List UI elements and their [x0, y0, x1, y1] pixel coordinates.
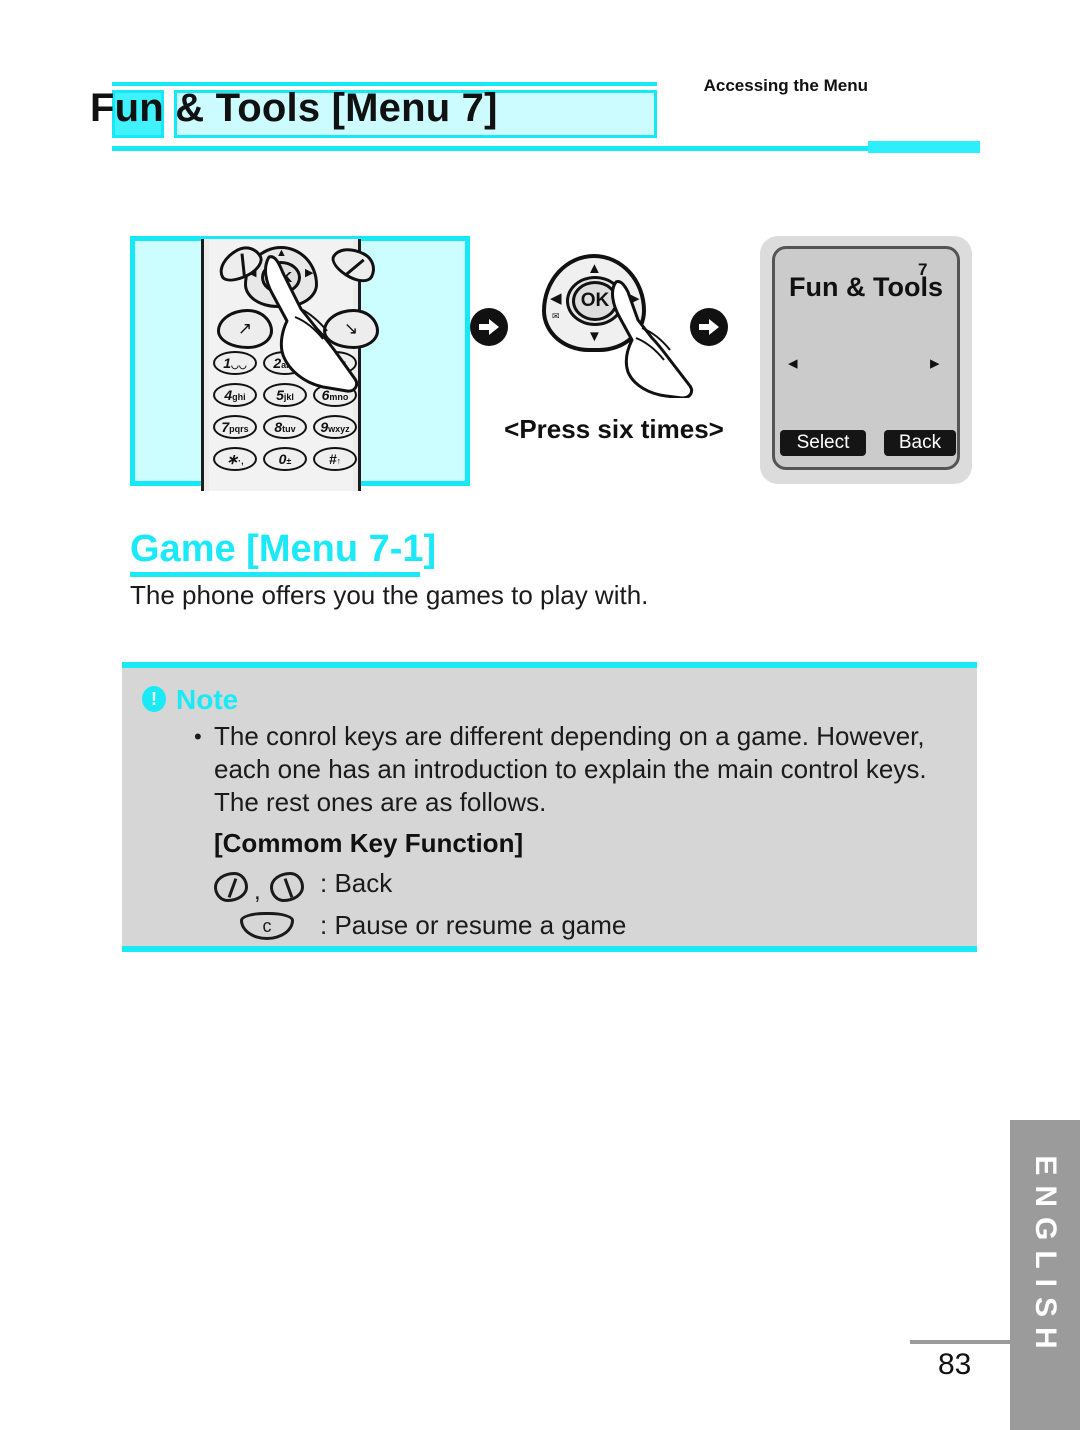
nav-left-icon: ◀ [550, 290, 562, 307]
screen-softkey-select[interactable]: Select [780, 430, 866, 456]
keypad-key-7: 7pqrs [213, 415, 257, 439]
clear-key-icon-wrap: c [240, 912, 310, 946]
header-subtitle: Accessing the Menu [703, 76, 868, 95]
envelope-icon-left: ✉ [552, 311, 560, 321]
phone-keypad-illustration: ▲ ▼ ◀ ▶ OK ↗ ↘ 1◡◡2abc3def4ghi5jkl6mno7p… [130, 236, 470, 491]
back-key-description: : Back [320, 868, 393, 898]
pointing-hand-icon [264, 255, 359, 393]
step-arrow-icon [690, 308, 728, 346]
screen-left-arrow-icon: ◂ [788, 353, 798, 374]
screen-menu-number: 7 [918, 260, 928, 279]
page-number-rule [910, 1340, 1012, 1344]
icon-separator-comma: , [254, 878, 261, 905]
section-heading: Game [Menu 7-1] [130, 528, 437, 570]
softkey-right-icon [270, 872, 304, 902]
illustration-strip: ▲ ▼ ◀ ▶ OK ↗ ↘ 1◡◡2abc3def4ghi5jkl6mno7p… [112, 232, 980, 491]
section-heading-underline [130, 572, 420, 577]
note-label: Note [176, 684, 239, 715]
note-box: ! Note • The conrol keys are different d… [122, 662, 977, 952]
common-key-function-title: [Commom Key Function] [214, 828, 524, 858]
softkey-left-icon [214, 872, 248, 902]
screen-softkey-back[interactable]: Back [884, 430, 956, 456]
pointing-hand-icon [611, 280, 694, 398]
note-bullet-text: The conrol keys are different depending … [214, 721, 927, 817]
clear-key-icon: c [240, 912, 294, 940]
screen-right-arrow-icon: ▸ [930, 353, 940, 374]
keypad-key-0: 0± [263, 447, 307, 471]
slash-icon [283, 878, 294, 898]
step-arrow-icon [470, 308, 508, 346]
keypad-key-star: ∗·, [213, 447, 257, 471]
bullet-icon: • [194, 724, 202, 749]
exclamation-icon: ! [142, 686, 166, 712]
keypad-key-9: 9wxyz [313, 415, 357, 439]
section-body-text: The phone offers you the games to play w… [130, 580, 649, 610]
header-bottom-rule [112, 146, 980, 151]
header-accent-bar [868, 141, 980, 153]
clear-key-description: : Pause or resume a game [320, 910, 627, 940]
nav-up-icon: ▲ [587, 260, 602, 277]
language-tab-label: ENGLISH [1029, 1155, 1062, 1359]
keypad-key-8: 8tuv [263, 415, 307, 439]
language-tab: ENGLISH [1010, 1120, 1080, 1430]
slash-icon [227, 878, 238, 898]
press-instruction-label: <Press six times> [504, 414, 724, 444]
page-number: 83 [938, 1348, 972, 1381]
keypad-key-hash: #↑ [313, 447, 357, 471]
navigation-key-illustration: OK ▲ ▼ ◀ ▶ ✉ ✉ [512, 254, 694, 404]
back-key-icons: , [214, 870, 314, 905]
